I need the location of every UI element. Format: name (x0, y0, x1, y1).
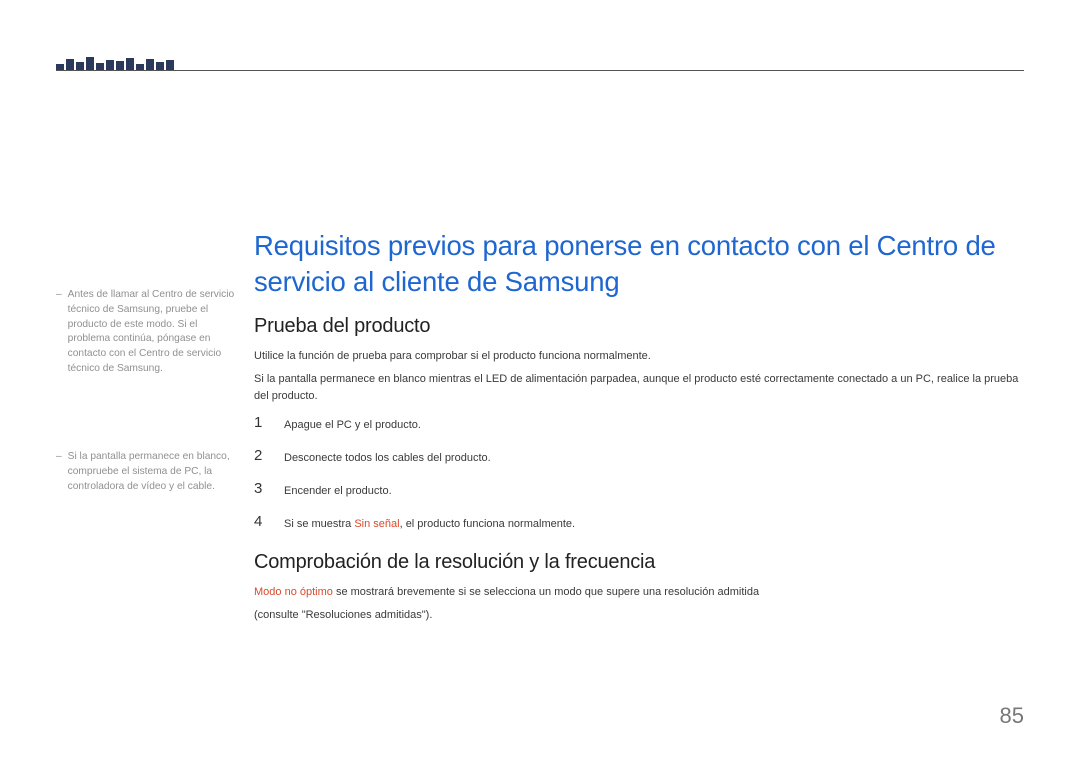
step-text-red: Sin señal (354, 518, 399, 530)
res-paragraph-2: (consulte "Resoluciones admitidas"). (254, 607, 1024, 624)
side-note-2: Si la pantalla permanece en blanco, comp… (56, 450, 236, 494)
step-row: 3 Encender el producto. (254, 481, 1024, 500)
res-red-text: Modo no óptimo (254, 586, 333, 598)
step-text-prefix: Si se muestra (284, 518, 354, 530)
step-text-suffix: , el producto funciona normalmente. (400, 518, 576, 530)
section-test-heading: Prueba del producto (254, 315, 1024, 338)
step-text: Desconecte todos los cables del producto… (284, 448, 491, 467)
header-divider (56, 70, 1024, 71)
step-row: 2 Desconecte todos los cables del produc… (254, 448, 1024, 467)
section-res-heading: Comprobación de la resolución y la frecu… (254, 551, 1024, 574)
step-number: 3 (254, 481, 268, 498)
side-note-1: Antes de llamar al Centro de servicio té… (56, 288, 236, 377)
step-row: 1 Apague el PC y el producto. (254, 415, 1024, 434)
step-text: Si se muestra Sin señal, el producto fun… (284, 514, 575, 533)
page-number: 85 (1000, 703, 1024, 729)
res-paragraph-1: Modo no óptimo se mostrará brevemente si… (254, 584, 1024, 601)
step-number: 4 (254, 514, 268, 531)
test-paragraph-1: Utilice la función de prueba para compro… (254, 348, 1024, 365)
res-p1-suffix: se mostrará brevemente si se selecciona … (333, 586, 759, 598)
step-row: 4 Si se muestra Sin señal, el producto f… (254, 514, 1024, 533)
brand-logo (56, 56, 186, 74)
test-paragraph-2: Si la pantalla permanece en blanco mient… (254, 371, 1024, 405)
step-number: 1 (254, 415, 268, 432)
steps-list: 1 Apague el PC y el producto. 2 Desconec… (254, 415, 1024, 533)
side-note-1-text: Antes de llamar al Centro de servicio té… (68, 288, 236, 377)
page-title: Requisitos previos para ponerse en conta… (254, 228, 1024, 301)
side-note-2-text: Si la pantalla permanece en blanco, comp… (68, 450, 236, 494)
step-number: 2 (254, 448, 268, 465)
step-text: Apague el PC y el producto. (284, 415, 421, 434)
step-text: Encender el producto. (284, 481, 392, 500)
